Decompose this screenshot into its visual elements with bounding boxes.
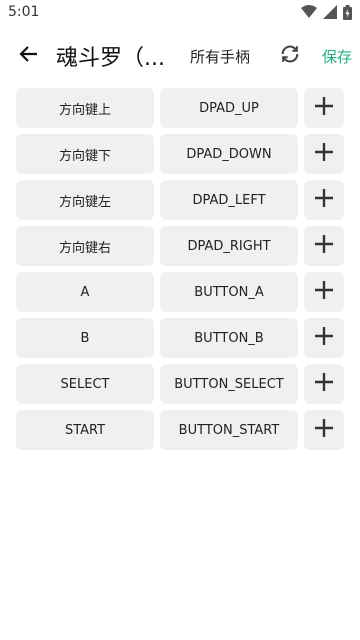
signal-icon: [323, 5, 337, 19]
mapped-button[interactable]: DPAD_UP: [160, 88, 298, 128]
key-name-button[interactable]: 方向键上: [16, 88, 154, 128]
refresh-icon: [279, 43, 301, 69]
add-mapping-button[interactable]: [304, 134, 344, 174]
mapping-row: 方向键上 DPAD_UP: [16, 88, 344, 128]
save-button[interactable]: 保存: [322, 46, 352, 67]
mapped-button[interactable]: DPAD_DOWN: [160, 134, 298, 174]
plus-icon: [314, 234, 334, 258]
key-name-button[interactable]: A: [16, 272, 154, 312]
wifi-icon: [301, 5, 317, 19]
plus-icon: [314, 418, 334, 442]
app-bar: 魂斗罗（... 所有手柄 保存: [0, 24, 360, 88]
battery-icon: [343, 4, 352, 20]
mapping-row: SELECT BUTTON_SELECT: [16, 364, 344, 404]
mapped-button[interactable]: BUTTON_START: [160, 410, 298, 450]
add-mapping-button[interactable]: [304, 410, 344, 450]
mapped-button[interactable]: BUTTON_A: [160, 272, 298, 312]
plus-icon: [314, 96, 334, 120]
refresh-button[interactable]: [266, 32, 314, 80]
key-name-button[interactable]: 方向键下: [16, 134, 154, 174]
key-name-button[interactable]: 方向键左: [16, 180, 154, 220]
plus-icon: [314, 280, 334, 304]
key-name-button[interactable]: START: [16, 410, 154, 450]
key-name-button[interactable]: SELECT: [16, 364, 154, 404]
mapped-button[interactable]: DPAD_RIGHT: [160, 226, 298, 266]
mapping-row: A BUTTON_A: [16, 272, 344, 312]
status-bar: 5:01: [0, 0, 360, 24]
arrow-left-icon: [18, 44, 38, 68]
status-time: 5:01: [8, 4, 40, 20]
key-mapping-list: 方向键上 DPAD_UP 方向键下 DPAD_DOWN 方向键左 DPAD_LE…: [16, 88, 344, 456]
key-name-button[interactable]: 方向键右: [16, 226, 154, 266]
back-button[interactable]: [0, 24, 56, 88]
mapped-button[interactable]: DPAD_LEFT: [160, 180, 298, 220]
status-icons: [301, 4, 352, 20]
add-mapping-button[interactable]: [304, 364, 344, 404]
mapping-row: 方向键下 DPAD_DOWN: [16, 134, 344, 174]
plus-icon: [314, 326, 334, 350]
mapped-button[interactable]: BUTTON_SELECT: [160, 364, 298, 404]
controller-filter[interactable]: 所有手柄: [190, 46, 260, 67]
plus-icon: [314, 142, 334, 166]
add-mapping-button[interactable]: [304, 272, 344, 312]
page-title: 魂斗罗（...: [56, 46, 165, 71]
mapped-button[interactable]: BUTTON_B: [160, 318, 298, 358]
mapping-row: START BUTTON_START: [16, 410, 344, 450]
plus-icon: [314, 372, 334, 396]
key-name-button[interactable]: B: [16, 318, 154, 358]
plus-icon: [314, 188, 334, 212]
mapping-row: 方向键右 DPAD_RIGHT: [16, 226, 344, 266]
add-mapping-button[interactable]: [304, 88, 344, 128]
add-mapping-button[interactable]: [304, 226, 344, 266]
add-mapping-button[interactable]: [304, 180, 344, 220]
add-mapping-button[interactable]: [304, 318, 344, 358]
mapping-row: B BUTTON_B: [16, 318, 344, 358]
mapping-row: 方向键左 DPAD_LEFT: [16, 180, 344, 220]
